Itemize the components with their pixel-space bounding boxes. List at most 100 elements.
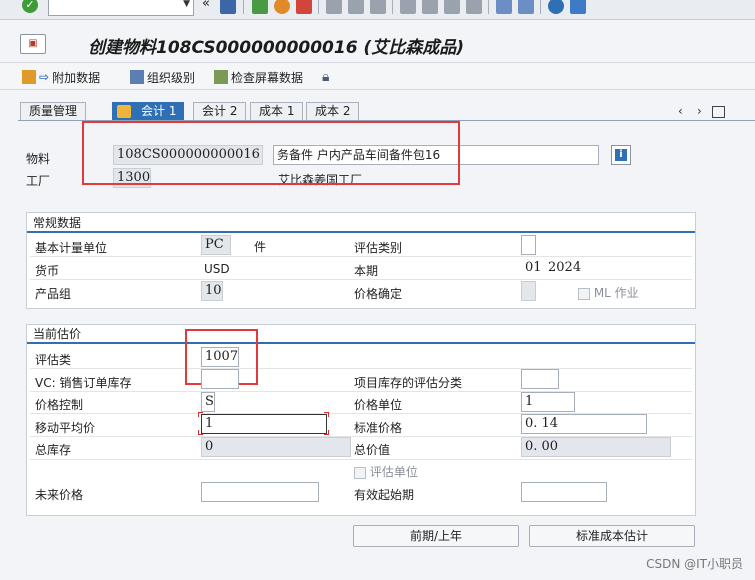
- toolbar-separator: [488, 0, 489, 14]
- standard-price-label: 标准价格: [354, 421, 403, 435]
- tab-accounting-1[interactable]: 会计 1: [112, 102, 184, 120]
- previous-page-icon[interactable]: [422, 0, 438, 14]
- focus-marker: [324, 430, 329, 435]
- currency-value: USD: [204, 262, 230, 276]
- valuation-unit-label: 评估单位: [369, 465, 418, 479]
- valuation-unit-checkbox-box: [354, 466, 366, 479]
- toolbar-separator: [318, 0, 319, 14]
- enter-checkmark-icon[interactable]: ✓: [22, 0, 38, 13]
- back-icon[interactable]: [252, 0, 268, 14]
- price-determination-field: [521, 281, 536, 301]
- product-group-field: 10: [201, 281, 223, 301]
- save-icon[interactable]: [220, 0, 236, 14]
- price-unit-label: 价格单位: [354, 398, 403, 412]
- standard-price-field[interactable]: 0. 14: [521, 414, 647, 434]
- next-page-icon[interactable]: [444, 0, 460, 14]
- project-stock-valuation-field[interactable]: [521, 369, 559, 389]
- current-period-year: 2024: [548, 260, 582, 275]
- vc-sales-order-stock-field[interactable]: [201, 369, 239, 389]
- ml-activity-checkbox: ML 作业: [578, 284, 639, 301]
- tab-accounting-2[interactable]: 会计 2: [193, 102, 247, 120]
- org-levels-icon: [130, 70, 144, 84]
- material-icon: ▣: [20, 34, 46, 54]
- tab-quality-management[interactable]: 质量管理: [20, 102, 87, 120]
- tab-costing-1[interactable]: 成本 1: [250, 102, 304, 120]
- org-levels-button[interactable]: 组织级别: [130, 67, 195, 87]
- layout-menu-icon[interactable]: [570, 0, 586, 14]
- valid-from-field[interactable]: [521, 482, 607, 502]
- current-period-label: 本期: [354, 264, 379, 278]
- row-divider: [30, 256, 692, 257]
- title-bar: ▣ 创建物料108CS000000000016 (艾比森成品): [0, 28, 755, 60]
- additional-data-button[interactable]: ⇨ 附加数据: [22, 67, 100, 87]
- check-screen-data-button[interactable]: 检查屏幕数据: [214, 67, 303, 87]
- find-icon[interactable]: [348, 0, 364, 14]
- row-divider: [30, 459, 692, 460]
- price-control-label: 价格控制: [35, 398, 84, 412]
- currency-label: 货币: [35, 264, 60, 278]
- valuation-unit-checkbox: 评估单位: [354, 463, 418, 480]
- find-next-icon[interactable]: [370, 0, 386, 14]
- moving-average-price-label: 移动平均价: [35, 421, 96, 435]
- tab-list-icon[interactable]: [712, 106, 725, 118]
- total-stock-field: 0: [201, 437, 351, 457]
- application-toolbar: ⇨ 附加数据 组织级别 检查屏幕数据 🔒︎: [0, 62, 755, 90]
- valuation-category-field[interactable]: [521, 235, 536, 255]
- product-group-label: 产品组: [35, 287, 72, 301]
- lock-button[interactable]: 🔒︎: [322, 67, 329, 87]
- project-stock-valuation-label: 项目库存的评估分类: [354, 376, 463, 390]
- command-field[interactable]: ▼: [48, 0, 194, 16]
- toolbar-separator: [243, 0, 244, 14]
- vc-sales-order-stock-label: VC: 销售订单库存: [35, 376, 132, 390]
- valuation-category-label: 评估类别: [354, 241, 403, 255]
- double-chevron-left-icon[interactable]: «: [202, 0, 210, 11]
- last-page-icon[interactable]: [466, 0, 482, 14]
- group-title: 当前估价: [33, 327, 82, 341]
- future-price-field[interactable]: [201, 482, 319, 502]
- check-screen-label: 检查屏幕数据: [231, 70, 304, 85]
- check-screen-icon: [214, 70, 228, 84]
- cancel-icon[interactable]: [296, 0, 312, 14]
- focus-marker: [324, 412, 329, 417]
- price-control-field[interactable]: S: [201, 392, 215, 412]
- help-icon[interactable]: [548, 0, 564, 14]
- total-value-field: 0. 00: [521, 437, 671, 457]
- exit-icon[interactable]: [274, 0, 290, 14]
- tab-costing-2[interactable]: 成本 2: [306, 102, 360, 120]
- plant-label: 工厂: [26, 174, 51, 188]
- chevron-down-icon[interactable]: ▼: [183, 0, 190, 9]
- info-button[interactable]: i: [611, 145, 631, 165]
- group-title: 常规数据: [33, 216, 82, 230]
- toolbar-separator: [540, 0, 541, 14]
- moving-average-price-field[interactable]: 1: [201, 414, 327, 434]
- prev-period-button[interactable]: 前期/上年: [353, 525, 519, 547]
- group-title-bar: [27, 231, 695, 233]
- std-cost-estimate-button[interactable]: 标准成本估计: [529, 525, 695, 547]
- focus-marker: [198, 412, 203, 417]
- price-determination-label: 价格确定: [354, 287, 403, 301]
- base-uom-text: 件: [254, 240, 267, 254]
- row-divider: [30, 279, 692, 280]
- total-stock-label: 总库存: [35, 443, 72, 457]
- page-title: 创建物料108CS000000000016 (艾比森成品): [88, 38, 465, 58]
- system-toolbar: ✓ ▼ «: [0, 0, 755, 20]
- new-session-icon[interactable]: [496, 0, 512, 14]
- shortcut-icon[interactable]: [518, 0, 534, 14]
- price-unit-field[interactable]: 1: [521, 392, 575, 412]
- group-title-bar: [27, 342, 695, 344]
- chevron-left-icon[interactable]: ‹: [678, 104, 683, 118]
- watermark: CSDN @IT小职员: [646, 557, 743, 571]
- row-divider: [30, 368, 692, 369]
- chevron-right-icon[interactable]: ›: [697, 104, 702, 118]
- tab-accounting-1-label: 会计 1: [141, 104, 177, 118]
- total-value-label: 总价值: [354, 443, 391, 457]
- org-levels-label: 组织级别: [147, 70, 196, 85]
- valuation-class-label: 评估类: [35, 353, 72, 367]
- highlight-box: [82, 121, 460, 185]
- toolbar-separator: [392, 0, 393, 14]
- additional-data-label: 附加数据: [52, 70, 101, 85]
- future-price-label: 未来价格: [35, 488, 84, 502]
- print-icon[interactable]: [326, 0, 342, 14]
- first-page-icon[interactable]: [400, 0, 416, 14]
- focus-marker: [198, 430, 203, 435]
